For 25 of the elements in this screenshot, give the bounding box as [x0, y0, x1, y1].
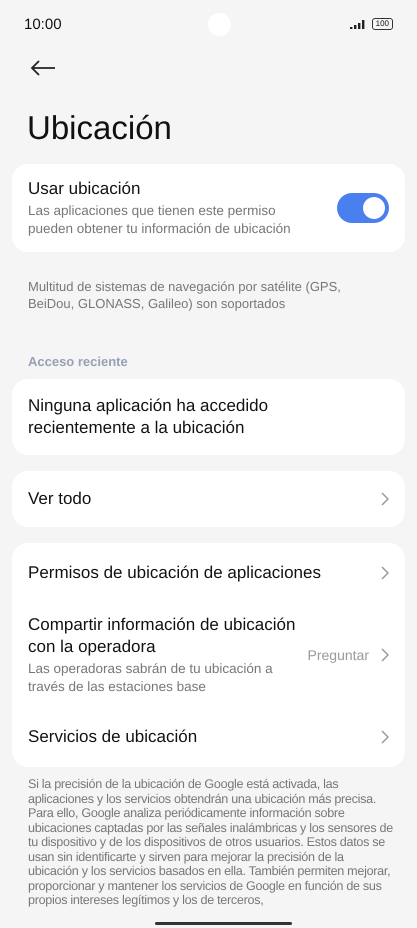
status-time: 10:00	[24, 16, 62, 32]
setting-description: Las aplicaciones que tienen este permiso pueden obtener tu información de ubicación	[28, 202, 292, 238]
setting-value: Preguntar	[308, 647, 369, 663]
setting-label: Usar ubicación	[28, 178, 142, 200]
settings-row[interactable]: Compartir información de ubicación con la operadora Las operadoras sabrán de tu ubicación a través de las estaciones base Preguntar	[28, 599, 389, 711]
setting-description: Las operadoras sabrán de tu ubicación a través de las estaciones base	[28, 660, 274, 696]
toggle-switch[interactable]	[337, 193, 389, 223]
battery-indicator: 100	[372, 18, 393, 30]
chevron-icon	[381, 566, 389, 580]
back-button[interactable]	[30, 60, 56, 78]
setting-label: Ver todo	[28, 488, 92, 510]
setting-label: Permisos de ubicación de aplicaciones	[28, 562, 322, 584]
chevron-icon	[381, 492, 389, 506]
info-paragraph: Si la precisión de la ubicación de Google está activada, las aplicaciones y los servicios obtendrán una ubicación más precisa. Para ello, Google analiza periódicamente información sobre ubicaciones captadas por las señales inalámbricas y los sensores de tu dispositivo y de los dispositivos de otros usuarios. Estos datos se usan sin identificarte y sirven para mejorar la precisión de la ubicación y los servicios basados en ella. También permiten mejorar, proporcionar y mantener los servicios de Google en función de sus propios intereses legítimos y los de terceros,	[28, 777, 394, 908]
see-all-row[interactable]: Ver todo	[12, 471, 405, 527]
empty-message: Ninguna aplicación ha accedido recientemente a la ubicación	[28, 395, 270, 439]
setting-label: Compartir información de ubicación con la operadora	[28, 614, 296, 658]
info-note: Multitud de sistemas de navegación por satélite (GPS, BeiDou, GLONASS, Galileo) son soportados	[28, 278, 342, 312]
setting-label: Servicios de ubicación	[28, 726, 198, 748]
chevron-icon	[381, 730, 389, 744]
section-header: Acceso reciente	[28, 354, 129, 369]
settings-row[interactable]: Servicios de ubicación	[28, 711, 389, 763]
page-title: Ubicación	[27, 108, 173, 148]
chevron-icon	[381, 648, 389, 662]
settings-row[interactable]: Permisos de ubicación de aplicaciones	[28, 547, 389, 599]
